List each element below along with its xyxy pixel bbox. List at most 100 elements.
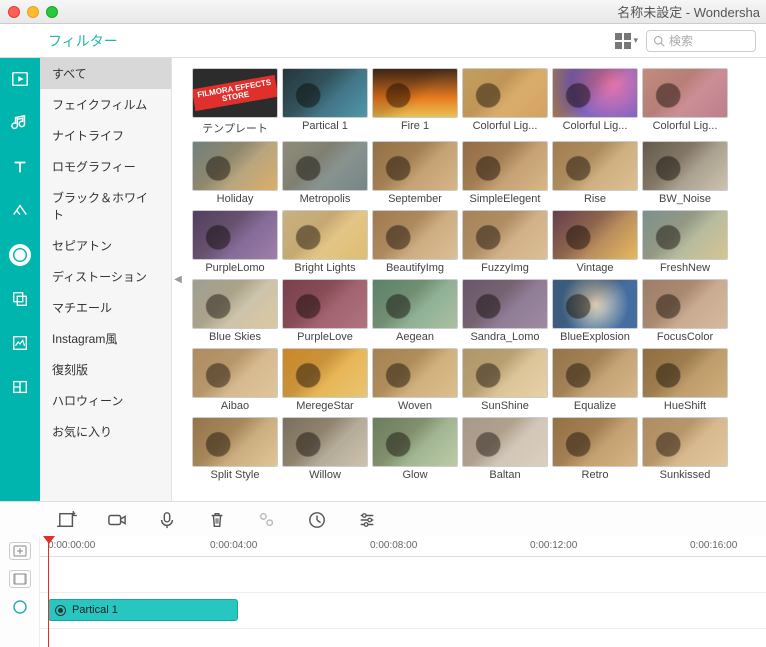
filter-card[interactable]: Glow	[372, 417, 458, 481]
ruler-tick: 0:00:00:00	[48, 540, 95, 551]
category-item[interactable]: ディストーション	[40, 261, 171, 292]
category-item[interactable]: すべて	[40, 58, 171, 89]
panel-header: フィルター ▾ 検索	[0, 24, 766, 58]
crop-tool[interactable]	[56, 509, 78, 531]
filter-card[interactable]: Holiday	[192, 141, 278, 205]
music-icon[interactable]	[9, 112, 31, 134]
filter-thumbnail	[192, 417, 278, 467]
search-icon	[653, 35, 665, 47]
filter-thumbnail	[552, 141, 638, 191]
effects-track[interactable]: Partical 1	[40, 593, 766, 629]
filter-label: テンプレート	[192, 120, 278, 136]
filter-card[interactable]: September	[372, 141, 458, 205]
filter-card[interactable]: FreshNew	[642, 210, 728, 274]
timeline-ruler[interactable]: 0:00:00:000:00:04:000:00:08:000:00:12:00…	[40, 537, 766, 557]
media-icon[interactable]	[9, 68, 31, 90]
filter-card[interactable]: BW_Noise	[642, 141, 728, 205]
filters-icon[interactable]	[9, 244, 31, 266]
filter-thumbnail: FILMORA EFFECTS STORE	[192, 68, 278, 118]
category-item[interactable]: ブラック＆ホワイト	[40, 182, 171, 230]
category-item[interactable]: お気に入り	[40, 416, 171, 447]
filter-card[interactable]: MeregeStar	[282, 348, 368, 412]
category-item[interactable]: ロモグラフィー	[40, 151, 171, 182]
category-item[interactable]: ハロウィーン	[40, 385, 171, 416]
filter-card[interactable]: SimpleElegent	[462, 141, 548, 205]
filter-card[interactable]: Blue Skies	[192, 279, 278, 343]
filter-card[interactable]: PurpleLomo	[192, 210, 278, 274]
filter-card[interactable]: Colorful Lig...	[462, 68, 548, 136]
delete-tool[interactable]	[206, 509, 228, 531]
filter-label: BlueExplosion	[552, 331, 638, 343]
video-track[interactable]	[40, 557, 766, 593]
category-item[interactable]: セピアトン	[40, 230, 171, 261]
filter-thumbnail	[462, 348, 548, 398]
filter-card[interactable]: Baltan	[462, 417, 548, 481]
overlays-icon[interactable]	[9, 288, 31, 310]
collapse-sidebar-button[interactable]: ◀	[172, 58, 184, 501]
filter-card[interactable]: Sunkissed	[642, 417, 728, 481]
text-icon[interactable]	[9, 156, 31, 178]
filter-card[interactable]: Willow	[282, 417, 368, 481]
category-item[interactable]: 復刻版	[40, 354, 171, 385]
add-track-icon[interactable]	[9, 542, 31, 560]
filter-card[interactable]: Vintage	[552, 210, 638, 274]
filter-gallery[interactable]: FILMORA EFFECTS STORE テンプレート Partical 1 Fir…	[184, 58, 766, 501]
settings-tool[interactable]	[256, 509, 278, 531]
category-item[interactable]: マチエール	[40, 292, 171, 323]
filter-card[interactable]: Rise	[552, 141, 638, 205]
speed-tool[interactable]	[306, 509, 328, 531]
filter-card[interactable]: FuzzyImg	[462, 210, 548, 274]
filter-card[interactable]: Colorful Lig...	[552, 68, 638, 136]
filter-card[interactable]: Bright Lights	[282, 210, 368, 274]
filter-card[interactable]: Aibao	[192, 348, 278, 412]
filter-card[interactable]: BeautifyImg	[372, 210, 458, 274]
filter-card[interactable]: Sandra_Lomo	[462, 279, 548, 343]
timeline-clip[interactable]: Partical 1	[48, 599, 238, 621]
splitscreen-icon[interactable]	[9, 376, 31, 398]
timeline-body[interactable]: 0:00:00:000:00:04:000:00:08:000:00:12:00…	[40, 537, 766, 647]
grid-view-icon	[615, 33, 631, 49]
filter-card[interactable]: FILMORA EFFECTS STORE テンプレート	[192, 68, 278, 136]
filter-card[interactable]: Split Style	[192, 417, 278, 481]
filter-thumbnail	[372, 417, 458, 467]
filter-label: FreshNew	[642, 262, 728, 274]
effects-track-icon[interactable]	[9, 598, 31, 616]
filter-card[interactable]: BlueExplosion	[552, 279, 638, 343]
filter-card[interactable]: SunShine	[462, 348, 548, 412]
filter-label: BeautifyImg	[372, 262, 458, 274]
transitions-icon[interactable]	[9, 200, 31, 222]
filter-card[interactable]: FocusColor	[642, 279, 728, 343]
record-tool[interactable]	[106, 509, 128, 531]
filter-thumbnail	[642, 348, 728, 398]
filter-label: FuzzyImg	[462, 262, 548, 274]
filter-thumbnail	[192, 348, 278, 398]
filter-card[interactable]: Equalize	[552, 348, 638, 412]
view-mode-toggle[interactable]: ▾	[615, 33, 638, 49]
filter-card[interactable]: PurpleLove	[282, 279, 368, 343]
filter-card[interactable]: Retro	[552, 417, 638, 481]
video-track-icon[interactable]	[9, 570, 31, 588]
category-item[interactable]: Instagram風	[40, 323, 171, 354]
filter-card[interactable]: Colorful Lig...	[642, 68, 728, 136]
playhead[interactable]	[48, 537, 49, 647]
category-item[interactable]: ナイトライフ	[40, 120, 171, 151]
ruler-tick: 0:00:04:00	[210, 540, 257, 551]
filter-card[interactable]: Fire 1	[372, 68, 458, 136]
search-input[interactable]: 検索	[646, 30, 756, 52]
filter-card[interactable]: Woven	[372, 348, 458, 412]
filter-thumbnail	[642, 279, 728, 329]
filter-thumbnail	[372, 210, 458, 260]
filter-label: Colorful Lig...	[552, 120, 638, 132]
category-item[interactable]: フェイクフィルム	[40, 89, 171, 120]
elements-icon[interactable]	[9, 332, 31, 354]
filter-card[interactable]: HueShift	[642, 348, 728, 412]
filter-card[interactable]: Aegean	[372, 279, 458, 343]
filter-thumbnail	[462, 68, 548, 118]
tune-tool[interactable]	[356, 509, 378, 531]
filter-icon	[55, 605, 66, 616]
filter-label: MeregeStar	[282, 400, 368, 412]
voiceover-tool[interactable]	[156, 509, 178, 531]
filter-card[interactable]: Partical 1	[282, 68, 368, 136]
filter-label: Partical 1	[282, 120, 368, 132]
filter-card[interactable]: Metropolis	[282, 141, 368, 205]
